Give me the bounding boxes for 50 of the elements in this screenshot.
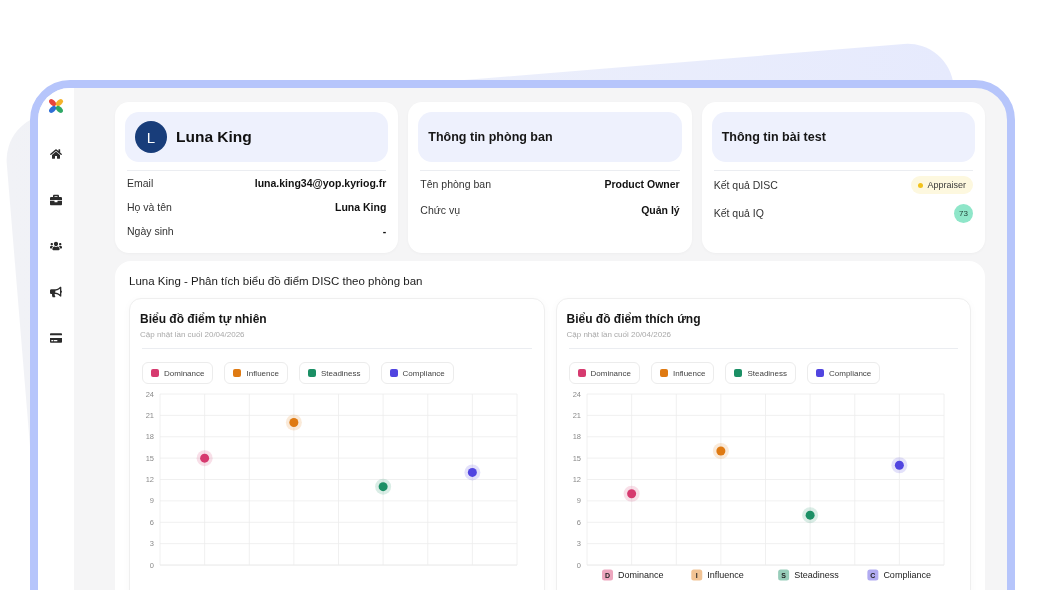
- field-value: Product Owner: [604, 178, 680, 190]
- legend-label: Steadiness: [320, 368, 361, 378]
- data-point: [464, 464, 481, 481]
- user-name: Luna King: [176, 128, 252, 146]
- x-tick-label: Influence: [706, 570, 744, 580]
- data-point: [623, 485, 640, 502]
- panel-title: Luna King - Phân tích biểu đồ điểm DISC theo phòng ban: [129, 274, 424, 289]
- briefcase-icon[interactable]: [50, 194, 62, 206]
- legend-label: Influence: [246, 368, 279, 378]
- field-label: Kết quả IQ: [713, 207, 764, 219]
- chart-title: Biểu đồ điểm tự nhiên: [140, 311, 268, 327]
- field-label: Ngày sinh: [127, 225, 174, 237]
- legend-label: Steadiness: [747, 368, 788, 378]
- legend-label: Dominance: [590, 368, 631, 378]
- card-title: Thông tin bài test: [721, 130, 826, 144]
- x-tick-label: Compliance: [882, 570, 931, 580]
- data-point: [285, 414, 302, 431]
- data-point: [801, 507, 818, 524]
- field-label: Email: [127, 177, 154, 189]
- field-label: Chức vụ: [420, 204, 461, 216]
- score-badge: 73: [954, 203, 973, 223]
- x-tick-label: Dominance: [617, 570, 664, 580]
- field-label: Họ và tên: [127, 201, 172, 213]
- tag-label: Appraiser: [927, 180, 966, 190]
- legend-label: Compliance: [402, 368, 445, 378]
- home-icon[interactable]: [50, 148, 62, 160]
- field-value: -: [382, 225, 387, 237]
- data-point: [375, 478, 392, 495]
- x-tick-label: Steadiness: [793, 570, 839, 580]
- avatar: L: [135, 121, 167, 153]
- chart-subtitle: Cập nhật lần cuối 20/04/2026: [566, 329, 673, 340]
- field-value: Quản lý: [641, 204, 680, 216]
- field-label: Tên phòng ban: [420, 178, 491, 190]
- data-point: [196, 450, 213, 467]
- megaphone-icon[interactable]: [50, 286, 62, 298]
- data-point: [712, 443, 729, 459]
- status-dot-icon: [918, 182, 924, 188]
- field-label: Kết quả DISC: [713, 179, 778, 191]
- legend-label: Influence: [672, 368, 706, 378]
- field-value: Luna King: [335, 201, 387, 213]
- people-icon[interactable]: [50, 240, 62, 252]
- chart-subtitle: Cập nhật lần cuối 20/04/2026: [140, 329, 246, 340]
- data-point: [890, 457, 907, 474]
- card-icon[interactable]: [50, 332, 62, 344]
- chart-title: Biểu đồ điểm thích ứng: [566, 311, 702, 327]
- legend-label: Dominance: [164, 368, 205, 378]
- logo: [48, 98, 64, 114]
- field-value: luna.king34@yop.kyriog.fr: [254, 177, 387, 189]
- card-title: Thông tin phòng ban: [428, 130, 553, 144]
- legend-label: Compliance: [829, 368, 872, 378]
